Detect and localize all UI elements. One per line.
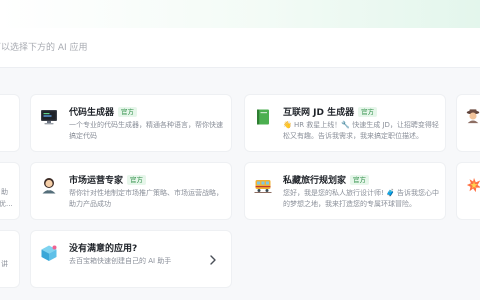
- app-card-description: 一个专业的代码生成器，精通各种语言，帮你快速搞定代码: [69, 121, 223, 140]
- create-app-card[interactable]: 没有满意的应用? 去百宝箱快速创建自己的 AI 助手: [30, 230, 232, 288]
- explosion-icon: [466, 177, 480, 193]
- app-card-description: 去百宝箱快速创建自己的 AI 助手: [69, 257, 172, 265]
- left-card-fragment: 讲: [1, 260, 8, 268]
- cube-box-icon: [41, 245, 57, 261]
- detective-icon: [466, 109, 480, 124]
- search-input[interactable]: [0, 38, 292, 58]
- chevron-right-icon[interactable]: [209, 255, 217, 265]
- app-card-jd-generator[interactable]: 互联网 JD 生成器 官方 👋 HR 救星上线！🔧 快速生成 JD，让招聘变得轻松…: [244, 94, 446, 152]
- app-card-title: 代码生成器 官方: [69, 105, 138, 118]
- app-card-title: 私藏旅行规划家 官方: [283, 173, 370, 186]
- app-card-code-generator[interactable]: 代码生成器 官方 一个专业的代码生成器，精通各种语言，帮你快速搞定代码: [30, 94, 232, 152]
- app-card-market-expert[interactable]: 市场运营专家 官方 帮你针对性地制定市场推广策略、市场运营战略，助力产品成功: [30, 162, 232, 220]
- app-card-title: 互联网 JD 生成器 官方: [283, 105, 378, 118]
- search-bar: [0, 28, 480, 68]
- official-badge: 官方: [350, 175, 370, 185]
- official-badge: 官方: [118, 107, 138, 117]
- app-card-partial-right[interactable]: [456, 162, 480, 220]
- app-card-title: 市场运营专家 官方: [69, 173, 147, 186]
- left-card-2[interactable]: 助 优...: [0, 162, 20, 220]
- official-badge: 官方: [127, 175, 147, 185]
- app-card-travel-planner[interactable]: 私藏旅行规划家 官方 您好，我是您的私人旅行设计师! 🧳 告诉我您心中的梦想之地，…: [244, 162, 446, 220]
- left-card-fragment: 助: [1, 188, 8, 196]
- left-card-3[interactable]: 讲: [0, 230, 20, 288]
- left-card-fragment: 优...: [0, 200, 13, 208]
- app-card-description: 帮你针对性地制定市场推广策略、市场运营战略，助力产品成功: [69, 189, 223, 208]
- top-banner: [0, 0, 480, 28]
- computer-monitor-icon: [41, 110, 57, 125]
- woman-professional-icon: [42, 178, 56, 194]
- left-card-1[interactable]: [0, 94, 20, 152]
- app-card-description: 👋 HR 救星上线！🔧 快速生成 JD，让招聘变得轻松又有趣。告诉我需求，我来搞…: [283, 121, 439, 140]
- official-badge: 官方: [358, 107, 378, 117]
- app-card-title: 没有满意的应用?: [69, 244, 138, 254]
- railway-car-icon: [254, 180, 272, 193]
- app-card-description: 您好，我是您的私人旅行设计师! 🧳 告诉我您心中的梦想之地，我来打造您的专属环球…: [283, 189, 439, 208]
- green-book-icon: [257, 109, 269, 125]
- app-card-partial-right[interactable]: [456, 94, 480, 152]
